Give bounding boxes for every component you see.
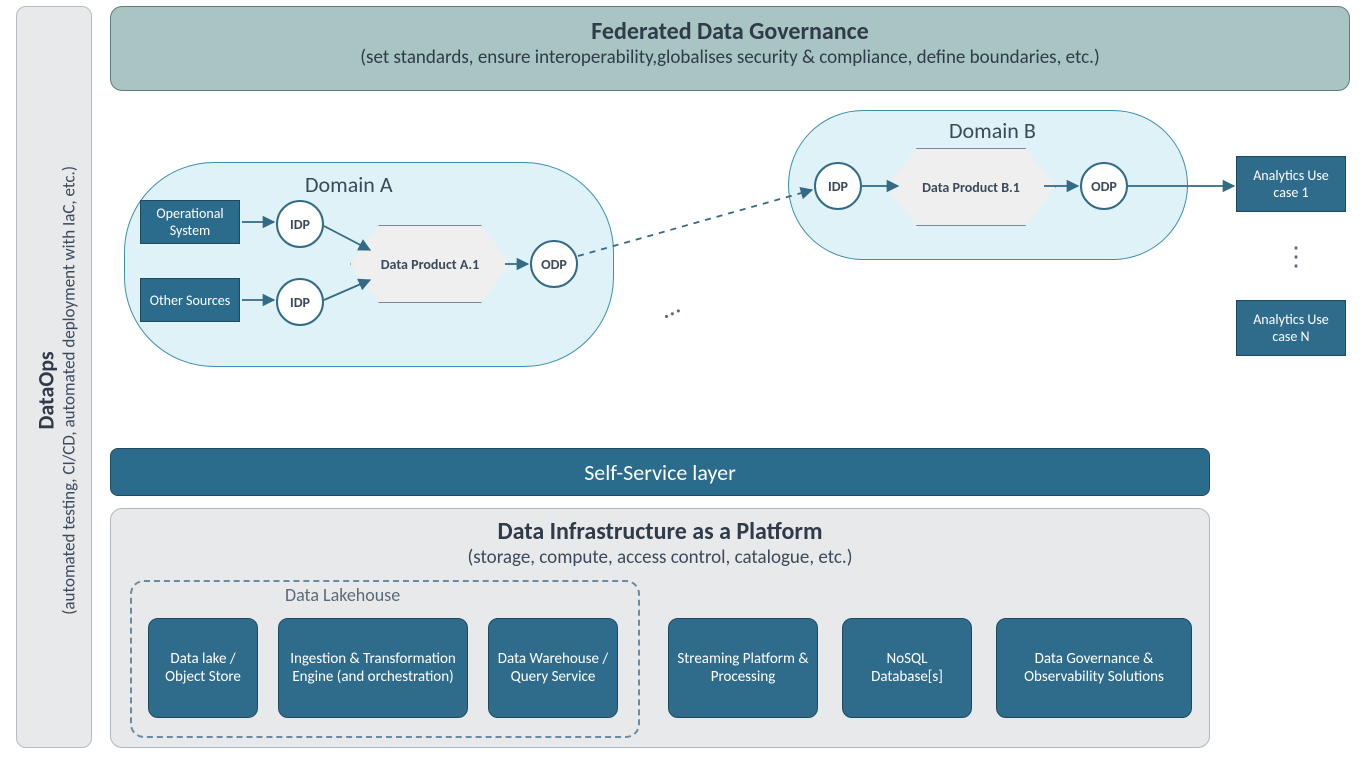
infrastructure-title: Data Infrastructure as a Platform — [111, 517, 1209, 546]
domain-b-idp: IDP — [814, 162, 862, 210]
governance-banner: Federated Data Governance (set standards… — [110, 6, 1350, 91]
domain-b-odp: ODP — [1080, 162, 1128, 210]
infrastructure-subtitle: (storage, compute, access control, catal… — [111, 546, 1209, 569]
source-operational-system: Operational System — [140, 200, 240, 244]
domain-a-idp-2: IDP — [276, 278, 324, 326]
component-ingestion: Ingestion & Transformation Engine (and o… — [278, 618, 468, 718]
dataops-label: DataOps (automated testing, CI/CD, autom… — [34, 40, 81, 740]
dataops-title: DataOps — [33, 351, 60, 429]
component-gov-obs: Data Governance & Observability Solution… — [996, 618, 1192, 718]
ellipsis-domains: … — [654, 287, 687, 325]
component-object-store: Data lake / Object Store — [148, 618, 258, 718]
data-lakehouse-label: Data Lakehouse — [285, 584, 400, 606]
source-other: Other Sources — [140, 278, 240, 322]
component-warehouse: Data Warehouse / Query Service — [488, 618, 618, 718]
dataops-sidebar: DataOps (automated testing, CI/CD, autom… — [16, 6, 92, 748]
domain-b-title: Domain B — [949, 117, 1036, 144]
component-nosql: NoSQL Database[s] — [842, 618, 972, 718]
self-service-layer: Self-Service layer — [110, 448, 1210, 496]
analytics-use-case-n: Analytics Use case N — [1236, 300, 1346, 356]
governance-title: Federated Data Governance — [111, 17, 1349, 46]
data-product-b1: Data Product B.1 — [886, 148, 1056, 226]
ellipsis-analytics: ⋮ — [1283, 240, 1313, 272]
analytics-use-case-1: Analytics Use case 1 — [1236, 156, 1346, 212]
governance-subtitle: (set standards, ensure interoperability,… — [111, 46, 1349, 69]
domain-a-title: Domain A — [305, 171, 393, 198]
dataops-subtitle: (automated testing, CI/CD, automated dep… — [59, 166, 80, 615]
self-service-label: Self-Service layer — [584, 459, 736, 486]
data-product-a1: Data Product A.1 — [350, 225, 510, 303]
domain-a-odp: ODP — [530, 240, 578, 288]
domain-a-idp-1: IDP — [276, 200, 324, 248]
component-streaming: Streaming Platform & Processing — [668, 618, 818, 718]
